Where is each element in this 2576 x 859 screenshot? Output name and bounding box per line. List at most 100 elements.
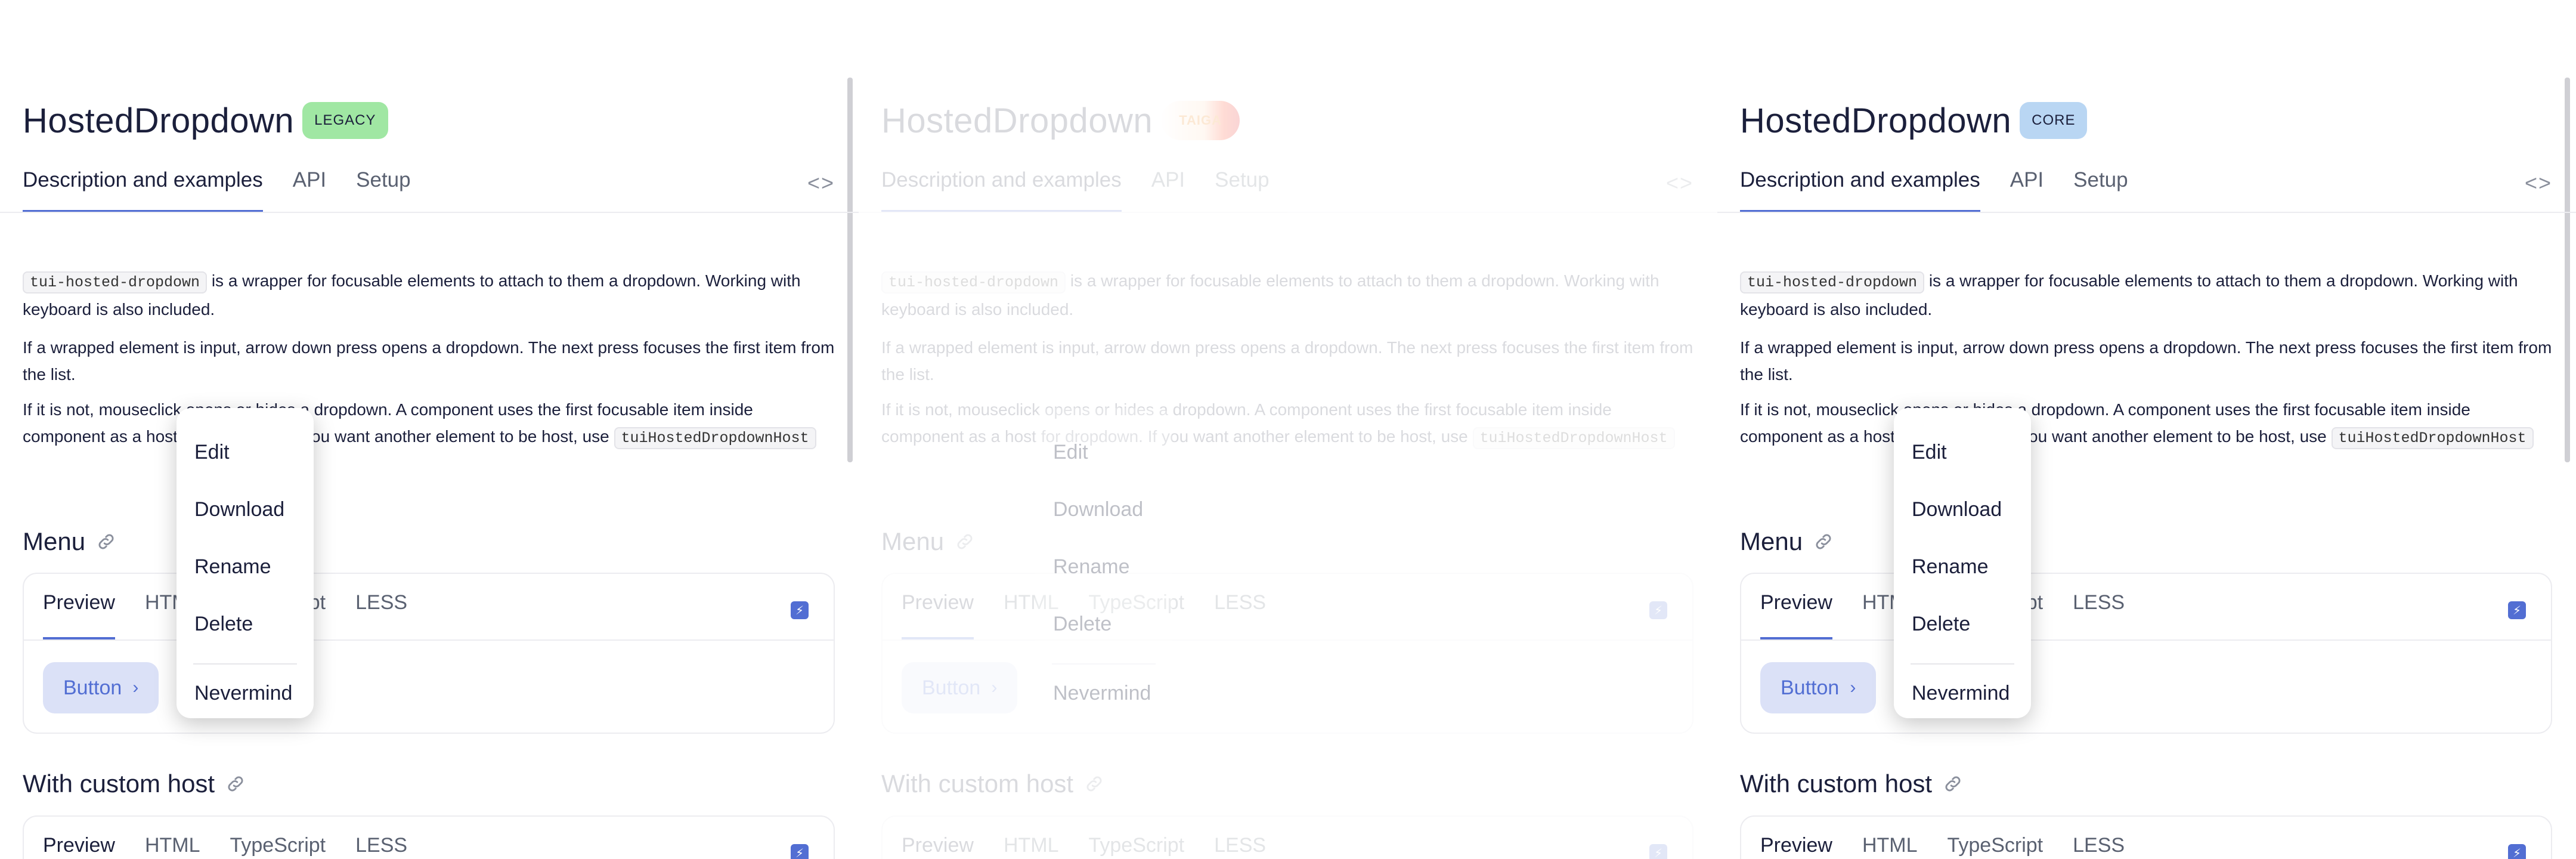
menu-item-edit[interactable]: Edit bbox=[1894, 424, 2031, 481]
dropdown-menu: Edit Download Rename Delete Nevermind bbox=[1035, 408, 1172, 718]
demo-tab-html[interactable]: HTML bbox=[145, 817, 200, 859]
button-label: Button bbox=[63, 676, 122, 699]
demo-card-custom-host: Preview HTML TypeScript LESS ⚡ bbox=[1740, 815, 2552, 859]
link-icon[interactable] bbox=[1813, 532, 1834, 552]
link-icon[interactable] bbox=[225, 774, 246, 794]
demo-tab-less[interactable]: LESS bbox=[2073, 817, 2125, 859]
page-title: HostedDropdown LEGACY bbox=[23, 97, 388, 144]
button-label: Button bbox=[1781, 676, 1840, 699]
tab-setup[interactable]: Setup bbox=[2073, 160, 2128, 212]
scrollbar[interactable] bbox=[847, 78, 853, 462]
menu-item-delete[interactable]: Delete bbox=[177, 595, 314, 653]
section-title-custom-host: With custom host bbox=[881, 770, 1104, 798]
demo-tab-less[interactable]: LESS bbox=[1214, 817, 1266, 859]
menu-item-nevermind[interactable]: Nevermind bbox=[1894, 669, 2031, 727]
section-title-text: Menu bbox=[881, 527, 945, 555]
demo-tab-less[interactable]: LESS bbox=[355, 574, 407, 639]
demo-card-menu: Preview HTML TypeScript LESS ⚡ Button › bbox=[1740, 573, 2552, 734]
menu-item-nevermind[interactable]: Nevermind bbox=[1035, 669, 1172, 727]
code-toggle-icon[interactable]: <> bbox=[2525, 171, 2552, 196]
demo-card-menu: Preview HTML TypeScript LESS ⚡ Button › bbox=[23, 573, 835, 734]
menu-item-download[interactable]: Download bbox=[177, 481, 314, 538]
code-toggle-icon[interactable]: <> bbox=[807, 171, 835, 196]
title-text: HostedDropdown bbox=[881, 101, 1153, 140]
demo-divider bbox=[24, 639, 834, 641]
page-title: HostedDropdown CORE bbox=[1740, 97, 2088, 144]
demo-tab-typescript[interactable]: TypeScript bbox=[1948, 817, 2044, 859]
demo-divider bbox=[883, 639, 1692, 641]
menu-item-delete[interactable]: Delete bbox=[1894, 595, 2031, 653]
demo-tab-less[interactable]: LESS bbox=[2073, 574, 2125, 639]
title-text: HostedDropdown bbox=[1740, 101, 2012, 140]
demo-tabs: Preview HTML TypeScript LESS bbox=[902, 817, 1296, 859]
tabs-divider bbox=[1717, 212, 2576, 213]
link-icon[interactable] bbox=[955, 532, 975, 552]
menu-item-download[interactable]: Download bbox=[1894, 481, 2031, 538]
page: HostedDropdown LEGACY Description and ex… bbox=[0, 0, 2576, 859]
link-icon[interactable] bbox=[1084, 774, 1104, 794]
tab-description[interactable]: Description and examples bbox=[1740, 160, 1980, 212]
stackblitz-icon[interactable]: ⚡ bbox=[791, 601, 809, 619]
description-paragraph-1: tui-hosted-dropdown is a wrapper for foc… bbox=[23, 267, 840, 323]
demo-tab-preview[interactable]: Preview bbox=[1760, 817, 1832, 859]
code-toggle-icon[interactable]: <> bbox=[1666, 171, 1693, 196]
demo-tab-typescript[interactable]: TypeScript bbox=[1089, 817, 1185, 859]
demo-tab-preview[interactable]: Preview bbox=[43, 574, 115, 639]
link-icon[interactable] bbox=[1943, 774, 1963, 794]
demo-tabs: Preview HTML TypeScript LESS bbox=[1760, 817, 2154, 859]
menu-item-download[interactable]: Download bbox=[1035, 481, 1172, 538]
demo-tabs: Preview HTML TypeScript LESS bbox=[43, 817, 437, 859]
menu-item-edit[interactable]: Edit bbox=[1035, 424, 1172, 481]
demo-tab-preview[interactable]: Preview bbox=[43, 817, 115, 859]
link-icon[interactable] bbox=[96, 532, 116, 552]
page-tabs: Description and examples API Setup bbox=[23, 160, 441, 212]
description-paragraph-2: If a wrapped element is input, arrow dow… bbox=[23, 338, 835, 384]
tab-setup[interactable]: Setup bbox=[1215, 160, 1269, 212]
menu-item-nevermind[interactable]: Nevermind bbox=[177, 669, 314, 727]
inline-code: tui-hosted-dropdown bbox=[23, 271, 208, 293]
legacy-badge: LEGACY bbox=[302, 102, 388, 139]
stackblitz-icon[interactable]: ⚡ bbox=[1649, 601, 1667, 619]
chevron-right-icon: › bbox=[991, 678, 998, 697]
menu-item-rename[interactable]: Rename bbox=[177, 538, 314, 595]
demo-tab-less[interactable]: LESS bbox=[1214, 574, 1266, 639]
section-title-menu: Menu bbox=[1740, 527, 1834, 556]
chevron-right-icon: › bbox=[1850, 678, 1856, 697]
demo-card-custom-host: Preview HTML TypeScript LESS ⚡ bbox=[23, 815, 835, 859]
dropdown-menu: Edit Download Rename Delete Nevermind bbox=[1894, 408, 2031, 718]
demo-tab-preview[interactable]: Preview bbox=[1760, 574, 1832, 639]
stackblitz-icon[interactable]: ⚡ bbox=[2508, 601, 2526, 619]
menu-item-delete[interactable]: Delete bbox=[1035, 595, 1172, 653]
menu-item-rename[interactable]: Rename bbox=[1035, 538, 1172, 595]
stackblitz-icon[interactable]: ⚡ bbox=[2508, 844, 2526, 859]
menu-divider bbox=[1052, 663, 1156, 665]
menu-item-rename[interactable]: Rename bbox=[1894, 538, 2031, 595]
demo-tab-typescript[interactable]: TypeScript bbox=[230, 817, 326, 859]
section-title-text: With custom host bbox=[881, 770, 1074, 798]
stackblitz-icon[interactable]: ⚡ bbox=[791, 844, 809, 859]
tab-description[interactable]: Description and examples bbox=[23, 160, 263, 212]
demo-tab-html[interactable]: HTML bbox=[1862, 817, 1918, 859]
demo-tab-preview[interactable]: Preview bbox=[902, 817, 974, 859]
tab-description[interactable]: Description and examples bbox=[881, 160, 1122, 212]
menu-item-edit[interactable]: Edit bbox=[177, 424, 314, 481]
button-label: Button bbox=[922, 676, 981, 699]
dropdown-button[interactable]: Button › bbox=[1760, 662, 1877, 713]
taiga-logo-badge: TAIGA bbox=[1161, 101, 1240, 140]
section-title-menu: Menu bbox=[881, 527, 975, 556]
dropdown-button[interactable]: Button › bbox=[43, 662, 159, 713]
tab-setup[interactable]: Setup bbox=[356, 160, 410, 212]
demo-tab-preview[interactable]: Preview bbox=[902, 574, 974, 639]
stackblitz-icon[interactable]: ⚡ bbox=[1649, 844, 1667, 859]
description-paragraph-1: tui-hosted-dropdown is a wrapper for foc… bbox=[881, 267, 1698, 323]
dropdown-button[interactable]: Button › bbox=[902, 662, 1018, 713]
demo-tab-less[interactable]: LESS bbox=[355, 817, 407, 859]
page-tabs: Description and examples API Setup bbox=[1740, 160, 2158, 212]
scrollbar[interactable] bbox=[2565, 78, 2570, 462]
tab-api[interactable]: API bbox=[293, 160, 326, 212]
tab-api[interactable]: API bbox=[1151, 160, 1185, 212]
panel-faded: HostedDropdown TAIGA Description and exa… bbox=[859, 0, 1717, 859]
section-title-custom-host: With custom host bbox=[1740, 770, 1963, 798]
demo-tab-html[interactable]: HTML bbox=[1004, 817, 1059, 859]
tab-api[interactable]: API bbox=[2010, 160, 2044, 212]
